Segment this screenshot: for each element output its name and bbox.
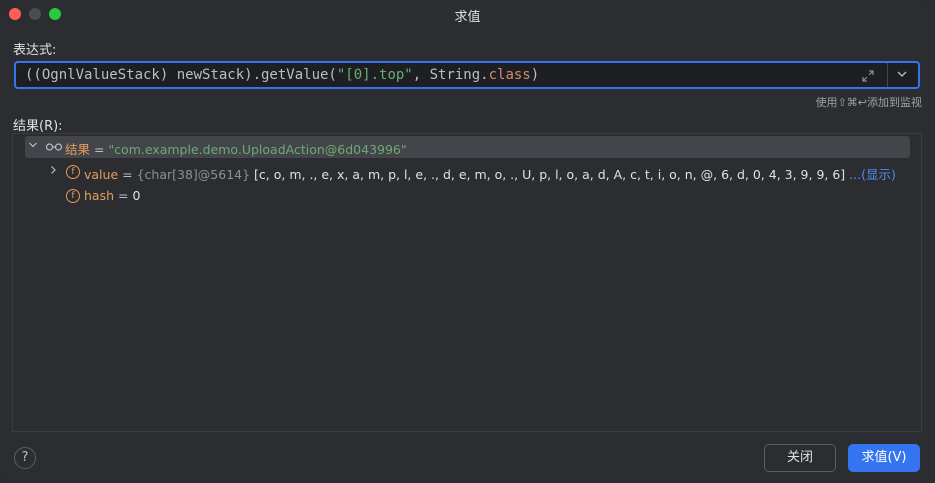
root-node-text: 结果 = "com.example.demo.UploadAction@6d04… [65, 139, 407, 158]
show-more-link[interactable]: ...(显示) [845, 167, 896, 182]
result-label: 结果(R): [13, 119, 63, 134]
hash-node-text: hash = 0 [84, 188, 140, 203]
result-tree[interactable]: 结果 = "com.example.demo.UploadAction@6d04… [12, 133, 922, 432]
code-prefix: ((OgnlValueStack) newStack).getValue( [25, 67, 337, 83]
help-button[interactable]: ? [14, 447, 36, 469]
value-eq: = [118, 167, 137, 182]
hash-name: hash [84, 188, 115, 203]
evaluate-dialog: 求值 表达式: ((OgnlValueStack) newStack).getV… [0, 0, 935, 483]
code-keyword: class [488, 67, 531, 83]
tree-row-hash[interactable]: f hash = 0 [25, 185, 910, 207]
title-bar: 求值 [0, 0, 935, 28]
code-string: "[0].top" [336, 67, 413, 83]
value-node-text: value = {char[38]@5614} [c, o, m, ., e, … [84, 164, 896, 183]
code-mid: , String. [412, 67, 489, 83]
value-type: {char[38]@5614} [136, 167, 251, 182]
expression-code[interactable]: ((OgnlValueStack) newStack).getValue("[0… [25, 67, 539, 83]
code-suffix: ) [530, 67, 540, 83]
tree-row-value[interactable]: f value = {char[38]@5614} [c, o, m, ., e… [25, 161, 910, 183]
root-name: 结果 [65, 142, 91, 157]
hash-value: 0 [132, 188, 141, 203]
chevron-right-icon[interactable] [47, 164, 59, 179]
watch-glasses-icon [45, 139, 63, 156]
expression-input[interactable]: ((OgnlValueStack) newStack).getValue("[0… [14, 61, 920, 89]
hash-eq: = [114, 188, 133, 203]
expression-divider [887, 63, 888, 87]
tree-row-root[interactable]: 结果 = "com.example.demo.UploadAction@6d04… [25, 136, 910, 158]
value-array: [c, o, m, ., e, x, a, m, p, l, e, ., d, … [250, 167, 846, 182]
evaluate-button[interactable]: 求值(V) [848, 444, 920, 472]
expression-label: 表达式: [13, 43, 57, 58]
chevron-down-icon[interactable] [27, 139, 39, 154]
root-eq: = [90, 142, 109, 157]
add-to-watch-hint: 使用⇧⌘↩添加到监视 [815, 96, 922, 109]
value-name: value [84, 167, 119, 182]
chevron-down-icon[interactable] [894, 66, 910, 82]
window-title: 求值 [454, 10, 481, 25]
field-icon: f [66, 189, 80, 203]
close-button[interactable]: 关闭 [764, 444, 836, 472]
field-icon: f [66, 165, 80, 179]
root-value: "com.example.demo.UploadAction@6d043996" [108, 142, 407, 157]
expand-icon[interactable] [860, 68, 876, 84]
